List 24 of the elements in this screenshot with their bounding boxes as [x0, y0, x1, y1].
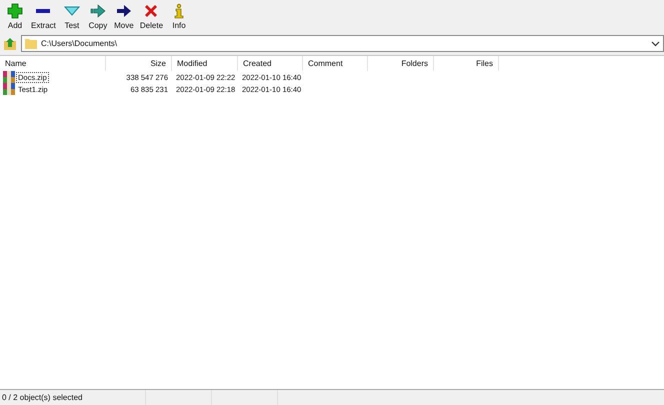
column-header[interactable]: Size [106, 56, 172, 71]
toolbar-button[interactable]: Extract [28, 2, 59, 32]
close-icon [143, 3, 160, 19]
status-text: 0 / 2 object(s) selected [1, 393, 84, 402]
column-header[interactable]: Modified [172, 56, 238, 71]
arrow-right-icon [116, 3, 132, 19]
column-header[interactable]: Comment [303, 56, 368, 71]
folder-icon [25, 38, 37, 49]
column-header[interactable]: Created [238, 56, 303, 71]
column-header[interactable]: Files [434, 56, 499, 71]
plus-icon [7, 3, 23, 19]
address-field[interactable]: C:\Users\Documents\ [21, 35, 664, 52]
toolbar-button[interactable]: Copy [84, 2, 111, 32]
column-header[interactable]: Folders [368, 56, 434, 71]
arrow-right-icon [90, 3, 106, 19]
folder-up-icon[interactable] [3, 36, 17, 50]
toolbar-button[interactable]: Delete [136, 2, 166, 32]
toolbar-button[interactable]: Add [2, 2, 28, 32]
toolbar-button[interactable]: Test [58, 2, 85, 32]
archive-icon [3, 71, 15, 83]
toolbar-button[interactable]: Move [110, 2, 137, 32]
toolbar-button[interactable]: Info [166, 2, 192, 32]
dropdown-icon[interactable] [651, 40, 660, 46]
archive-icon [3, 83, 15, 95]
